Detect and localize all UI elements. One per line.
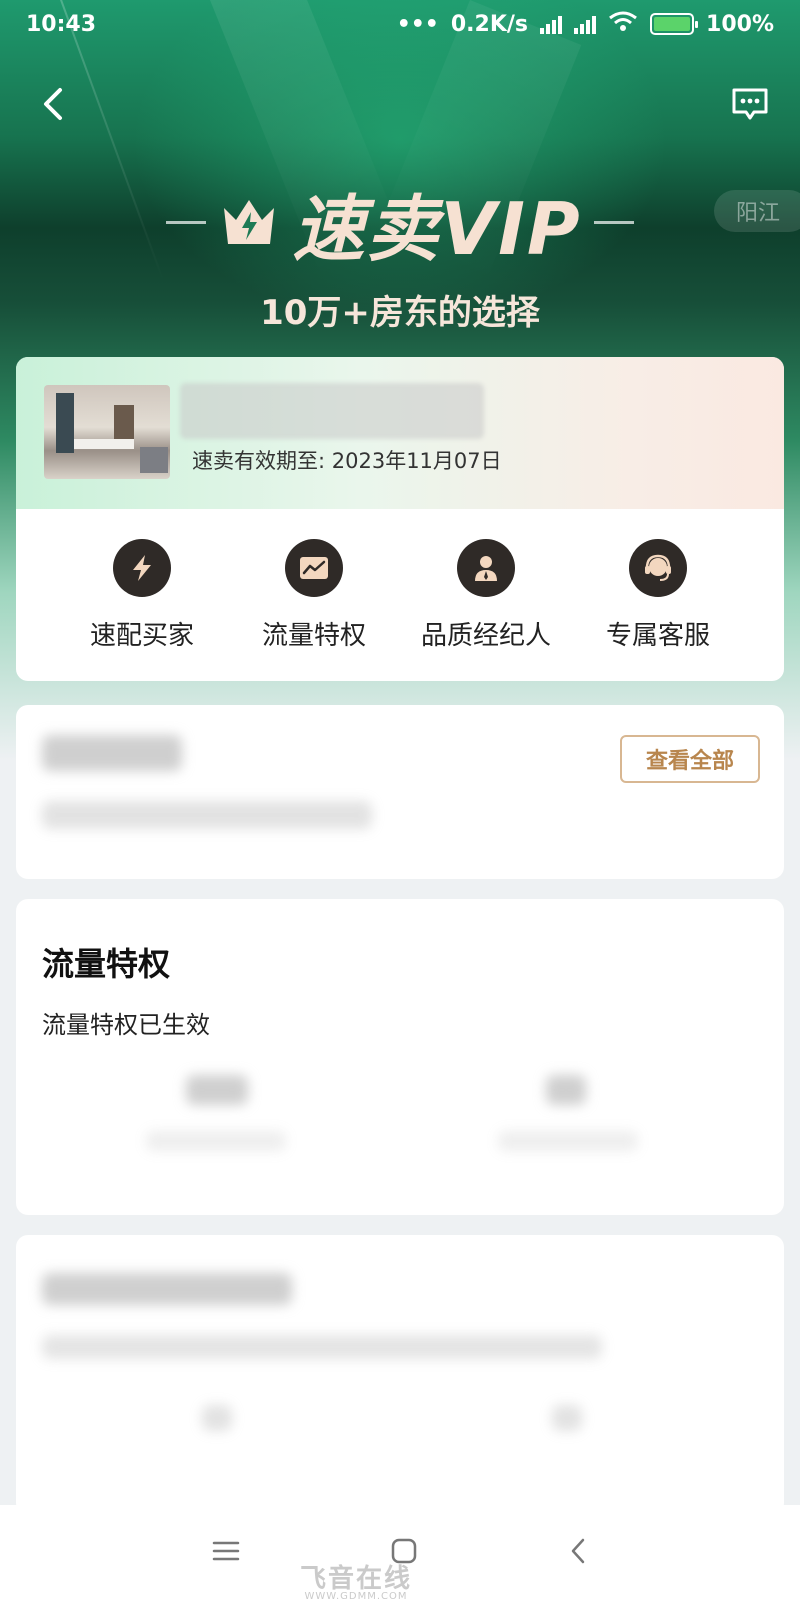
vip-card: 速卖有效期至: 2023年11月07日 速配买家 流量特权 品质经纪人 专属客服 — [16, 357, 784, 681]
signal-icon — [574, 14, 597, 34]
view-all-button[interactable]: 查看全部 — [620, 735, 760, 783]
watermark: 飞音在线 WWW.GDMM.COM — [300, 1558, 412, 1600]
message-button[interactable] — [728, 82, 772, 126]
decor-line — [166, 221, 207, 224]
feature-label: 专属客服 — [605, 621, 710, 651]
headset-icon — [629, 539, 687, 597]
decor-line — [593, 221, 634, 224]
blurred-text — [42, 1335, 602, 1359]
blurred-stat — [552, 1405, 582, 1431]
city-tag[interactable]: 阳江 — [714, 190, 800, 232]
view-all-label: 查看全部 — [645, 749, 734, 774]
brand-banner: 速卖VIP 10万+房东的选择 — [0, 170, 800, 334]
watermark-url: WWW.GDMM.COM — [304, 1591, 408, 1600]
status-time: 10:43 — [26, 11, 97, 37]
signal-icon — [540, 14, 563, 34]
feature-label: 品质经纪人 — [420, 621, 551, 651]
blurred-card — [16, 1235, 784, 1515]
lightning-icon — [113, 539, 171, 597]
feature-customer-service[interactable]: 专属客服 — [578, 539, 738, 652]
blurred-stat — [186, 1075, 248, 1105]
crown-lightning-icon — [224, 199, 275, 244]
blurred-stat — [546, 1075, 586, 1105]
house-thumbnail[interactable] — [44, 385, 170, 479]
traffic-privilege-card: 流量特权 流量特权已生效 — [16, 899, 784, 1215]
blurred-stat-label — [498, 1131, 638, 1151]
expire-date: 速卖有效期至: 2023年11月07日 — [192, 449, 502, 473]
feature-label: 速配买家 — [89, 621, 194, 651]
chevron-left-icon — [44, 88, 62, 120]
blurred-heading — [42, 1273, 292, 1305]
blurred-text — [42, 801, 372, 829]
feature-list: 速配买家 流量特权 品质经纪人 专属客服 — [16, 509, 784, 652]
blurred-stat-label — [146, 1131, 286, 1151]
brand-subtitle: 10万+房东的选择 — [260, 293, 540, 333]
section-title: 流量特权 — [42, 945, 171, 983]
wifi-icon — [608, 10, 638, 38]
message-icon — [732, 88, 768, 120]
back-icon[interactable] — [568, 1537, 588, 1569]
battery-percent: 100% — [706, 11, 774, 37]
privilege-status: 流量特权已生效 — [42, 1011, 210, 1039]
battery-icon — [650, 13, 699, 35]
city-label: 阳江 — [736, 201, 781, 226]
trend-chart-icon — [285, 539, 343, 597]
menu-icon[interactable] — [212, 1539, 240, 1567]
feature-traffic[interactable]: 流量特权 — [234, 539, 394, 652]
feature-agent[interactable]: 品质经纪人 — [406, 539, 566, 652]
network-speed: 0.2K/s — [450, 11, 529, 37]
dots-icon: ••• — [396, 11, 439, 37]
brand-title: 速卖VIP — [292, 187, 582, 271]
feature-fast-match[interactable]: 速配买家 — [62, 539, 222, 652]
agent-icon — [457, 539, 515, 597]
blurred-heading — [42, 735, 182, 771]
status-indicators: ••• 0.2K/s 100% — [397, 10, 774, 38]
feature-label: 流量特权 — [261, 621, 366, 651]
vip-card-header: 速卖有效期至: 2023年11月07日 — [16, 357, 784, 509]
blurred-house-title — [180, 383, 484, 439]
blurred-stat — [202, 1405, 232, 1431]
watermark-text: 飞音在线 — [300, 1564, 413, 1594]
blurred-info-card: 查看全部 — [16, 705, 784, 879]
back-button[interactable] — [30, 82, 74, 126]
status-bar: 10:43 ••• 0.2K/s 100% — [0, 0, 800, 48]
